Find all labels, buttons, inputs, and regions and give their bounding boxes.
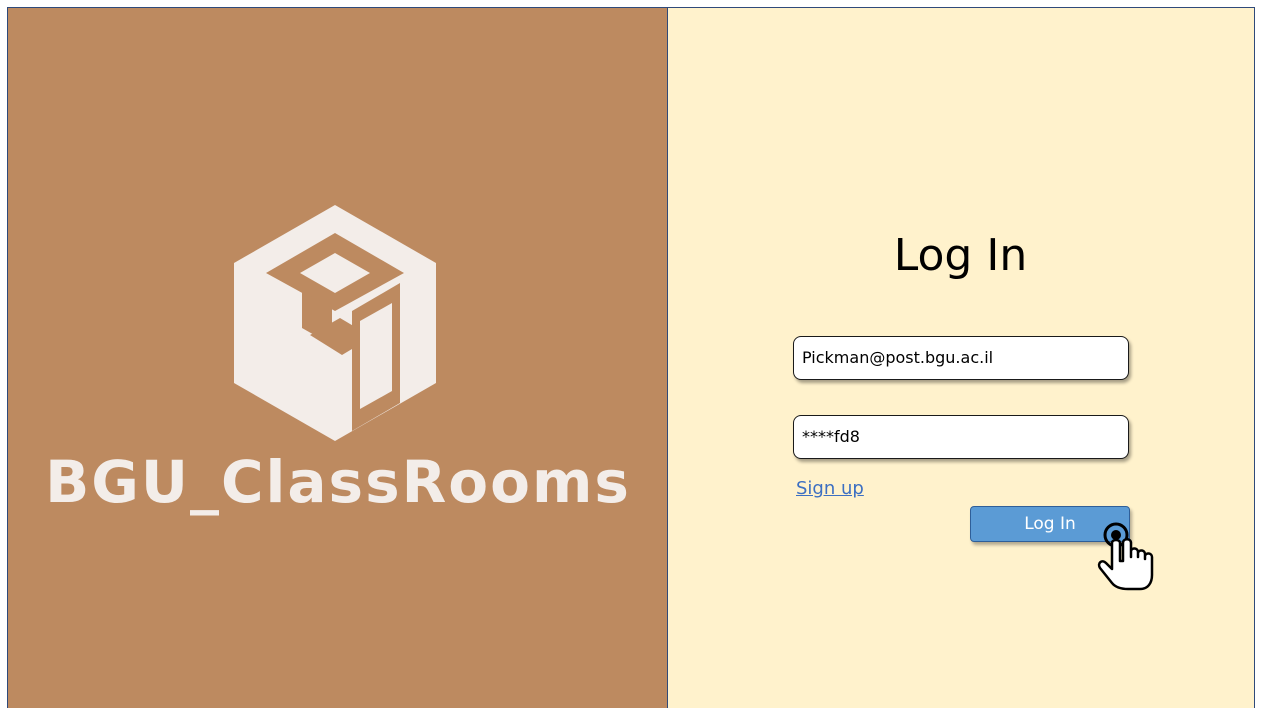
brand-panel: BGU_ClassRooms [8,8,668,708]
page-title: Log In [893,230,1028,281]
log-in-button[interactable]: Log In [970,506,1130,542]
sign-up-link[interactable]: Sign up [796,478,864,499]
login-panel: Log In Pickman@post.bgu.ac.il ****fd8 Si… [668,8,1254,708]
brand-name: BGU_ClassRooms [45,448,631,516]
app-window: BGU_ClassRooms Log In Pickman@post.bgu.a… [7,7,1255,708]
isometric-cube-logo-icon [234,205,436,441]
password-field[interactable]: ****fd8 [793,415,1129,459]
email-field[interactable]: Pickman@post.bgu.ac.il [793,336,1129,380]
